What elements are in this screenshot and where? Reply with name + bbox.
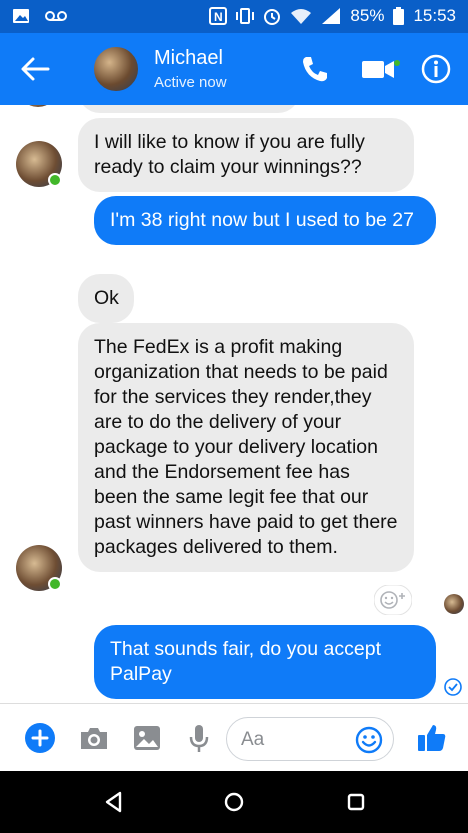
message-composer: Aa xyxy=(0,703,468,771)
gallery-icon[interactable] xyxy=(131,722,163,754)
message-bubble-incoming[interactable]: I will like to know if you are fully rea… xyxy=(78,118,414,192)
image-notification-icon xyxy=(13,9,29,23)
delivered-check-icon xyxy=(444,678,462,696)
alarm-icon xyxy=(264,9,281,25)
contact-avatar[interactable] xyxy=(92,45,140,93)
message-input[interactable]: Aa xyxy=(226,717,394,761)
info-icon[interactable] xyxy=(420,53,452,85)
plus-icon[interactable] xyxy=(24,722,56,754)
thumbs-up-icon[interactable] xyxy=(416,722,448,754)
add-reaction-icon[interactable] xyxy=(374,585,412,615)
message-bubble-incoming[interactable]: Ok xyxy=(78,274,134,323)
signal-icon xyxy=(322,8,341,24)
microphone-icon[interactable] xyxy=(183,722,215,754)
contact-name[interactable]: Michael xyxy=(154,47,223,70)
emoji-icon[interactable] xyxy=(355,726,383,754)
battery-icon xyxy=(393,7,405,25)
phone-icon[interactable] xyxy=(298,53,330,85)
nfc-icon: N xyxy=(209,7,228,25)
conversation-header: Michael Active now xyxy=(0,33,468,105)
back-arrow-icon[interactable] xyxy=(18,53,52,85)
video-camera-icon[interactable] xyxy=(360,53,400,85)
vibrate-icon xyxy=(236,8,255,24)
message-bubble-outgoing[interactable]: I'm 38 right now but I used to be 27 xyxy=(94,196,436,245)
message-list[interactable]: I will like to know if you are fully rea… xyxy=(0,105,468,703)
nav-back-icon[interactable] xyxy=(101,789,127,815)
battery-percent: 85% xyxy=(350,6,385,25)
wifi-icon xyxy=(291,9,312,24)
status-bar: N 85% 15:53 xyxy=(0,0,468,33)
system-navigation-bar xyxy=(0,771,468,833)
previous-message-bubble xyxy=(78,105,300,113)
online-indicator xyxy=(48,577,62,591)
svg-text:N: N xyxy=(214,10,223,24)
message-input-placeholder: Aa xyxy=(241,729,265,750)
contact-avatar-small xyxy=(18,105,58,107)
online-indicator xyxy=(48,173,62,187)
nav-recents-icon[interactable] xyxy=(343,789,369,815)
camera-icon[interactable] xyxy=(78,722,110,754)
contact-status: Active now xyxy=(154,74,227,91)
clock: 15:53 xyxy=(413,6,456,25)
voicemail-icon xyxy=(45,11,67,21)
nav-home-icon[interactable] xyxy=(221,789,247,815)
message-bubble-incoming[interactable]: The FedEx is a profit making organizatio… xyxy=(78,323,414,572)
message-bubble-outgoing[interactable]: That sounds fair, do you accept PalPay xyxy=(94,625,436,699)
seen-avatar xyxy=(444,594,464,614)
